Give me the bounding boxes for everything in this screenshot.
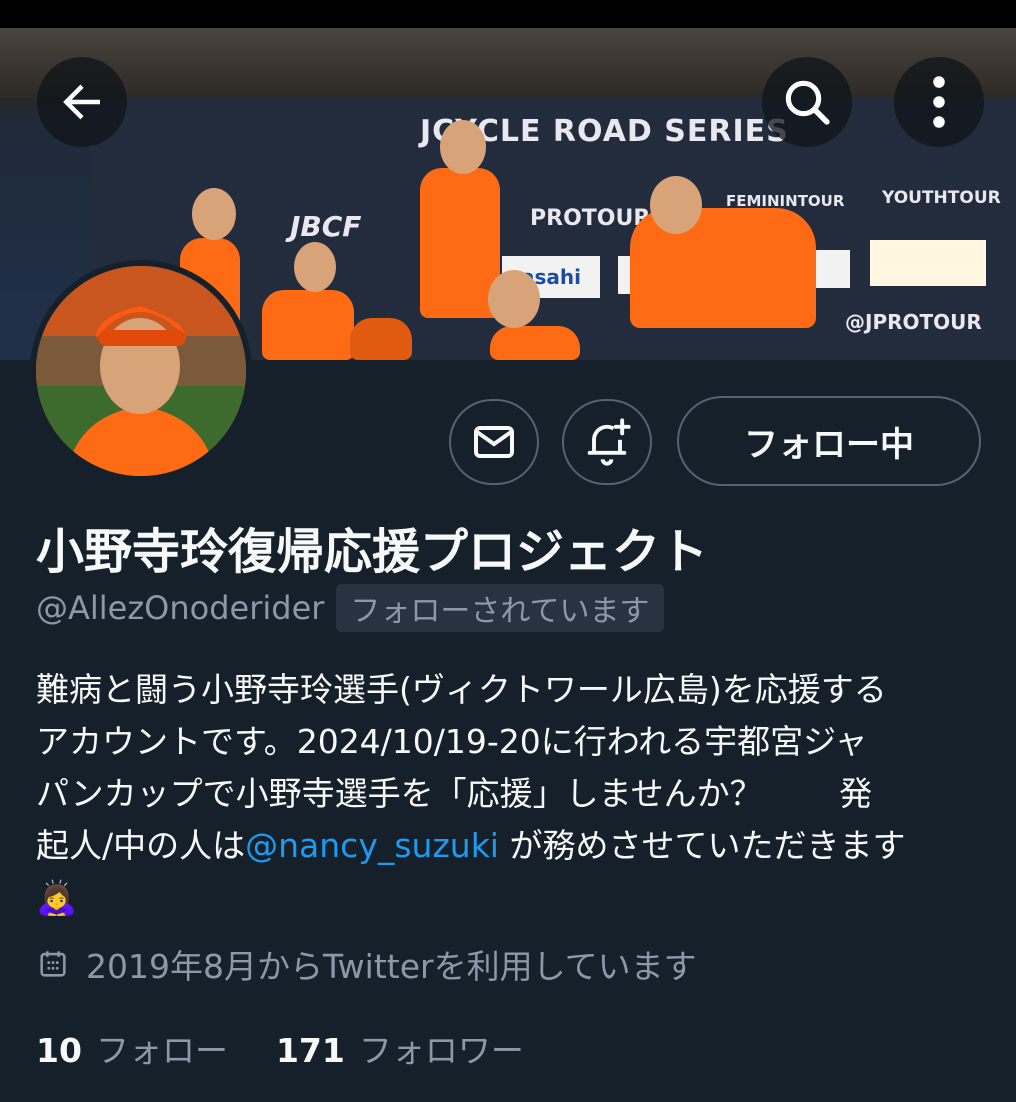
- message-button[interactable]: [449, 399, 539, 485]
- following-button[interactable]: フォロー中: [677, 396, 981, 486]
- arrow-left-icon: [63, 84, 100, 120]
- display-name: 小野寺玲復帰応援プロジェクト: [36, 524, 709, 580]
- search-button[interactable]: [762, 57, 852, 147]
- banner-canopy: [0, 28, 1016, 98]
- banner-handle-text: @JPROTOUR: [845, 310, 982, 334]
- following-count: 10: [36, 1031, 82, 1070]
- envelope-icon: [474, 426, 514, 458]
- avatar-image: [36, 266, 246, 476]
- bio-line: アカウントです。2024/10/19-20に行われる宇都宮ジャ: [36, 722, 868, 761]
- banner-youthtour-text: YOUTHTOUR: [882, 188, 1001, 208]
- bio-line: 難病と闘う小野寺玲選手(ヴィクトワール広島)を応援する: [36, 670, 887, 709]
- followers-count: 171: [275, 1031, 345, 1070]
- joined-date: 2019年8月からTwitterを利用しています: [36, 940, 697, 988]
- profile-avatar[interactable]: [30, 260, 252, 482]
- banner-rider: [350, 318, 412, 360]
- user-handle: @AllezOnoderider: [36, 589, 325, 627]
- bio-line: 起人/中の人は@nancy_suzuki が務めさせていただきます: [36, 820, 986, 872]
- profile-bio: 難病と闘う小野寺玲選手(ヴィクトワール広島)を応援する アカウントです。2024…: [36, 664, 986, 924]
- more-button[interactable]: [894, 57, 984, 147]
- banner-jbcf-text: JBCF: [290, 210, 362, 243]
- handle-row: @AllezOnoderider フォローされています: [36, 584, 664, 632]
- banner-pedal-logo: [870, 240, 986, 286]
- bio-line-text: 起人/中の人は: [36, 826, 246, 865]
- follow-stats: 10 フォロー 171 フォロワー: [36, 1024, 524, 1072]
- banner-rider-head: [488, 270, 540, 328]
- banner-rider: [262, 290, 354, 360]
- banner-protour-text: PROTOUR: [530, 206, 651, 231]
- back-button[interactable]: [37, 57, 127, 147]
- banner-rider-head: [192, 188, 236, 240]
- followers-label: フォロワー: [358, 1031, 524, 1070]
- bell-plus-icon: [587, 418, 631, 466]
- status-bar: [0, 0, 1016, 28]
- following-stat[interactable]: 10 フォロー: [36, 1024, 228, 1072]
- banner-rider-head: [294, 242, 336, 292]
- bio-mention-link[interactable]: @nancy_suzuki: [245, 826, 499, 865]
- joined-text: 2019年8月からTwitterを利用しています: [86, 947, 697, 986]
- bio-line-text: が務めさせていただきます: [498, 826, 906, 865]
- banner-rider: [490, 326, 580, 360]
- banner-rider-head: [440, 120, 486, 174]
- notification-button[interactable]: [562, 399, 652, 485]
- banner-rider-head: [650, 176, 702, 234]
- more-vertical-icon: [933, 76, 945, 128]
- search-icon: [785, 80, 830, 125]
- followers-stat[interactable]: 171 フォロワー: [276, 1024, 524, 1072]
- bio-emoji: 🙇‍♀️: [36, 878, 78, 917]
- bio-line: パンカップで小野寺選手を「応援」しませんか？ 発: [36, 774, 873, 813]
- calendar-icon: [40, 951, 66, 977]
- follows-you-badge: フォローされています: [336, 584, 664, 632]
- following-label: フォロー: [95, 1031, 228, 1070]
